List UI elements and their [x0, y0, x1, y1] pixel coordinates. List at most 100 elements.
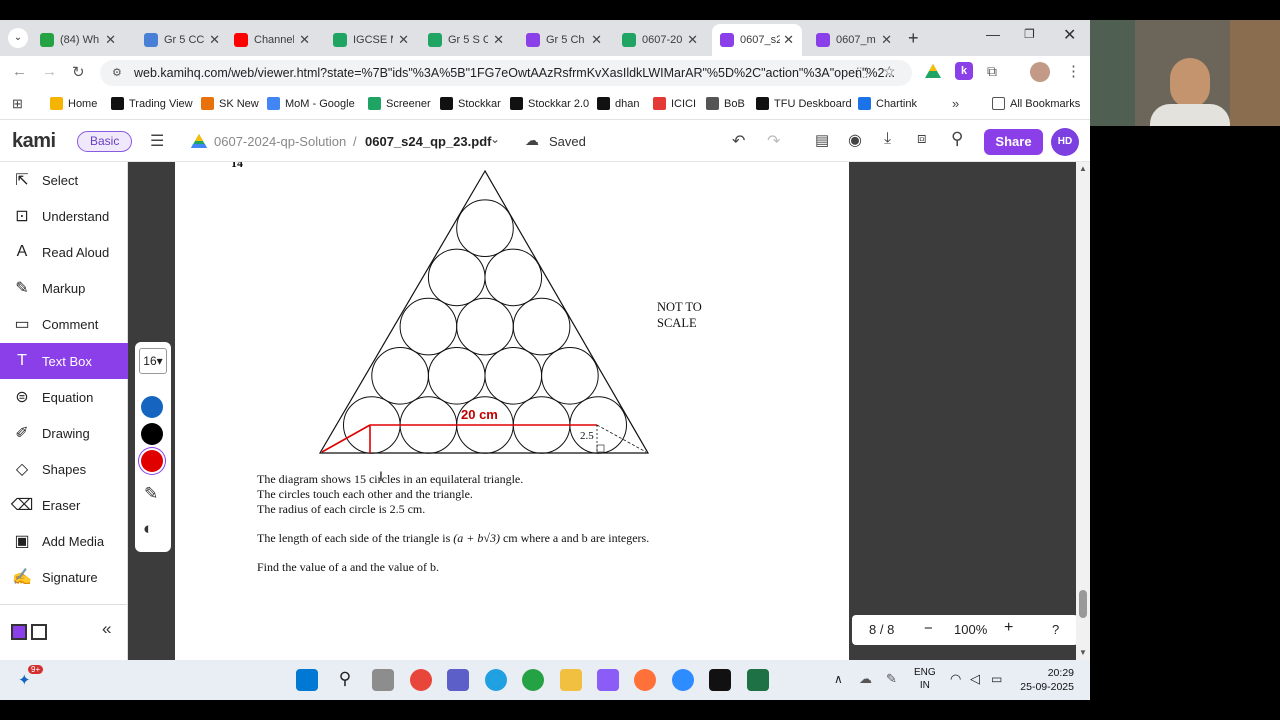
scroll-up-arrow-icon[interactable]: ▲ [1079, 164, 1087, 173]
scroll-down-arrow-icon[interactable]: ▼ [1079, 648, 1087, 657]
red-annotation-label[interactable]: 20 cm [461, 407, 498, 422]
document-outline-icon[interactable]: ☰ [150, 131, 164, 151]
font-size-select[interactable]: 16▾ [139, 348, 167, 374]
install-app-icon[interactable]: ⬚ [856, 64, 868, 80]
zoom-level[interactable]: 100% [954, 622, 987, 637]
taskbar-search-icon[interactable]: ⚲ [334, 669, 356, 691]
language-indicator[interactable]: ENG IN [914, 666, 936, 692]
tab-close-icon[interactable]: ✕ [299, 32, 310, 48]
start-windows-icon[interactable] [296, 669, 318, 691]
browser-tab[interactable]: (84) Wh ✕ [32, 24, 124, 56]
tool-eraser[interactable]: ⌫ Eraser [0, 487, 128, 523]
user-avatar[interactable]: HD [1051, 128, 1079, 156]
teams-app-icon[interactable] [447, 669, 469, 691]
tab-close-icon[interactable]: ✕ [398, 32, 409, 48]
extensions-puzzle-icon[interactable]: ⧉ [987, 63, 997, 80]
browser-tab[interactable]: IGCSE M ✕ [325, 24, 417, 56]
filename-chevron-down-icon[interactable]: ⌄ [490, 132, 500, 146]
mic-icon[interactable]: ✎ [886, 671, 897, 687]
tool-markup[interactable]: ✎ Markup [0, 270, 128, 306]
tradingview-app-icon[interactable] [709, 669, 731, 691]
bookmark-item[interactable]: dhan [597, 97, 639, 110]
tool-equation[interactable]: ⊜ Equation [0, 379, 128, 415]
volume-icon[interactable]: ◁ [970, 671, 980, 687]
battery-icon[interactable]: ▭ [991, 672, 1002, 686]
tab-close-icon[interactable]: ✕ [783, 32, 794, 48]
excel-app-icon[interactable] [747, 669, 769, 691]
help-icon[interactable]: ? [1052, 622, 1059, 637]
vertical-scrollbar[interactable]: ▲ ▼ [1076, 162, 1090, 660]
browser-tab[interactable]: Channel ✕ [226, 24, 318, 56]
tool-comment[interactable]: ▭ Comment [0, 306, 128, 342]
share-button[interactable]: Share [984, 129, 1043, 155]
tool-understand[interactable]: ⊡ Understand [0, 198, 128, 234]
download-icon[interactable]: ⤓ [884, 130, 891, 148]
profile-avatar[interactable] [1030, 62, 1050, 82]
bookmark-item[interactable]: BoB [706, 97, 745, 110]
collapse-sidebar-icon[interactable]: « [102, 619, 111, 639]
bookmark-item[interactable]: Stockkar 2.0 [510, 97, 589, 110]
system-clock[interactable]: 20:29 25-09-2025 [1008, 666, 1074, 694]
widgets-icon[interactable]: ✦ [18, 671, 31, 689]
layout-toggle-right-icon[interactable] [31, 624, 47, 640]
chrome-app-icon[interactable] [410, 669, 432, 691]
tool-add-media[interactable]: ▣ Add Media [0, 523, 128, 559]
folder-breadcrumb[interactable]: 0607-2024-qp-Solution [214, 134, 346, 149]
document-info-icon[interactable]: ▤ [815, 131, 829, 149]
tool-drawing[interactable]: ✐ Drawing [0, 415, 128, 451]
back-arrow-icon[interactable]: ← [12, 63, 27, 80]
zoom-app-icon[interactable] [672, 669, 694, 691]
apps-grid-icon[interactable]: ⊞ [12, 96, 23, 112]
task-view-icon[interactable] [372, 669, 394, 691]
restore-icon[interactable]: ❐ [1024, 27, 1035, 41]
bookmark-star-icon[interactable]: ☆ [883, 63, 896, 80]
edge-app-icon[interactable] [485, 669, 507, 691]
tray-chevron-up-icon[interactable]: ∧ [834, 672, 843, 686]
layout-toggle-left-icon[interactable] [11, 624, 27, 640]
browser-menu-icon[interactable]: ⋮ [1066, 62, 1081, 80]
bookmark-item[interactable]: Home [50, 97, 97, 110]
tab-close-icon[interactable]: ✕ [687, 32, 698, 48]
browser-tab[interactable]: Gr 5 Ch ✕ [518, 24, 610, 56]
zoom-out-icon[interactable]: − [924, 620, 933, 637]
tab-close-icon[interactable]: ✕ [493, 32, 504, 48]
reload-icon[interactable]: ↻ [72, 63, 85, 81]
search-icon[interactable]: ⚲ [951, 129, 963, 149]
all-bookmarks-folder[interactable]: All Bookmarks [992, 97, 1080, 110]
color-palette-icon[interactable]: ◐ [143, 519, 153, 539]
bookmark-item[interactable]: ICICI [653, 97, 696, 110]
close-window-icon[interactable]: ✕ [1063, 25, 1076, 45]
copilot-app-icon[interactable] [597, 669, 619, 691]
undo-icon[interactable]: ↶ [732, 131, 745, 151]
bookmark-item[interactable]: TFU Deskboard [756, 97, 852, 110]
wifi-icon[interactable]: ◠ [950, 671, 961, 687]
bookmark-item[interactable]: SK New [201, 97, 259, 110]
browser-tab[interactable]: 0607_m ✕ [808, 24, 900, 56]
url-field[interactable]: ⚙ web.kamihq.com/web/viewer.html?state=%… [100, 60, 912, 86]
minimize-icon[interactable]: — [986, 26, 1000, 42]
bookmark-item[interactable]: Trading View [111, 97, 193, 110]
document-filename[interactable]: 0607_s24_qp_23.pdf [365, 134, 491, 149]
toolbox-icon[interactable]: ⧈ [917, 130, 927, 147]
zoom-in-icon[interactable]: + [1004, 619, 1013, 637]
new-tab-plus-icon[interactable]: + [908, 28, 919, 49]
tool-text-box[interactable]: T Text Box [0, 343, 128, 379]
whatsapp-app-icon[interactable] [522, 669, 544, 691]
plan-badge[interactable]: Basic [77, 131, 133, 152]
forward-arrow-icon[interactable]: → [42, 63, 57, 80]
color-swatch-black[interactable] [141, 423, 163, 445]
tab-close-icon[interactable]: ✕ [105, 32, 116, 48]
pen-icon[interactable]: ✎ [144, 484, 158, 504]
tool-select[interactable]: ⇱ Select [0, 162, 128, 198]
browser-tab[interactable]: Gr 5 CC ✕ [136, 24, 228, 56]
view-eye-icon[interactable]: ◉ [848, 130, 862, 150]
tab-close-icon[interactable]: ✕ [209, 32, 220, 48]
tool-signature[interactable]: ✍ Signature [0, 559, 128, 595]
tab-search-dropdown-icon[interactable]: ⌄ [8, 28, 28, 48]
onedrive-cloud-icon[interactable]: ☁ [859, 671, 872, 687]
tool-read-aloud[interactable]: A Read Aloud [0, 234, 128, 270]
kami-extension-icon[interactable]: k [955, 62, 973, 80]
redo-icon[interactable]: ↷ [767, 131, 780, 151]
firefox-app-icon[interactable] [634, 669, 656, 691]
bookmark-item[interactable]: Screener [368, 97, 431, 110]
